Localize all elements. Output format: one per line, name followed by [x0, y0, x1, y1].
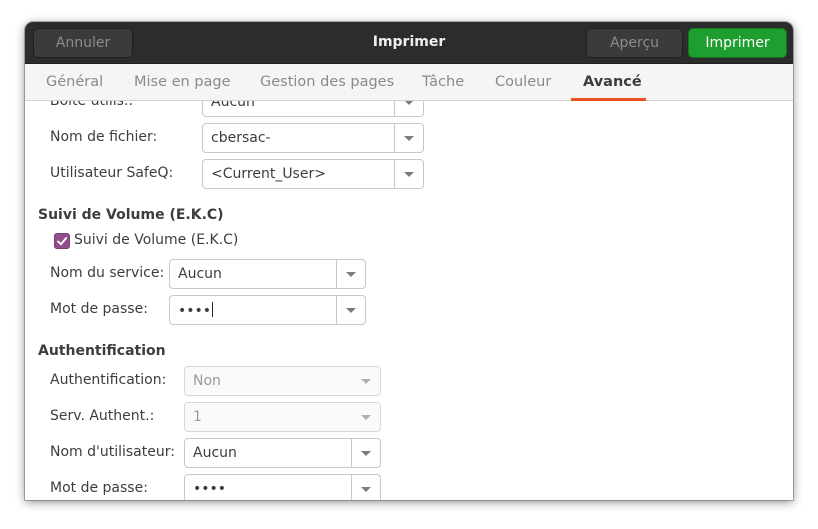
auth-password-label: Mot de passe: [50, 480, 148, 496]
tab-bar: Général Mise en page Gestion des pages T… [25, 64, 793, 101]
username-combo[interactable]: Aucun [184, 438, 381, 468]
checkmark-icon [57, 237, 68, 246]
service-name-value: Aucun [178, 266, 222, 282]
safeq-user-value: <Current_User> [211, 166, 326, 182]
filename-label: Nom de fichier: [50, 129, 158, 145]
header-bar: Annuler Imprimer Aperçu Imprimer [25, 22, 793, 64]
boite-value: Aucun [211, 101, 255, 110]
tab-page-handling[interactable]: Gestion des pages [260, 74, 394, 90]
auth-password-combo[interactable]: •••• [184, 474, 381, 500]
safeq-user-combo[interactable]: <Current_User> [202, 159, 424, 189]
chevron-down-icon [346, 308, 356, 313]
volume-password-combo[interactable]: •••• [169, 295, 366, 325]
auth-server-combo[interactable]: 1 [184, 402, 381, 432]
text-cursor [212, 302, 214, 317]
volume-tracking-checkbox[interactable] [54, 233, 70, 249]
auth-combo[interactable]: Non [184, 366, 381, 396]
chevron-down-icon [361, 451, 371, 456]
auth-server-label: Serv. Authent.: [50, 408, 155, 424]
advanced-settings-panel[interactable]: Boîte utilis.: Aucun Nom de fichier: cbe… [25, 101, 793, 500]
combo-separator [336, 260, 337, 288]
tab-job[interactable]: Tâche [422, 74, 464, 90]
chevron-down-icon [361, 379, 371, 384]
combo-separator [394, 160, 395, 188]
service-name-combo[interactable]: Aucun [169, 259, 366, 289]
combo-separator [394, 101, 395, 116]
combo-separator [351, 475, 352, 500]
chevron-down-icon [346, 272, 356, 277]
volume-password-label: Mot de passe: [50, 301, 148, 317]
chevron-down-icon [404, 172, 414, 177]
filename-value: cbersac- [211, 130, 271, 146]
preview-button[interactable]: Aperçu [586, 28, 683, 58]
print-dialog: Annuler Imprimer Aperçu Imprimer Général… [25, 22, 793, 500]
combo-separator [394, 124, 395, 152]
auth-server-value: 1 [193, 409, 202, 425]
auth-label: Authentification: [50, 372, 167, 388]
username-value: Aucun [193, 445, 237, 461]
boite-label: Boîte utilis.: [50, 101, 134, 109]
chevron-down-icon [404, 101, 414, 105]
auth-section-title: Authentification [38, 343, 166, 359]
combo-separator [336, 296, 337, 324]
volume-password-text: •••• [178, 303, 212, 319]
tab-advanced[interactable]: Avancé [583, 74, 642, 90]
safeq-user-label: Utilisateur SafeQ: [50, 165, 174, 181]
tab-color[interactable]: Couleur [495, 74, 551, 90]
username-label: Nom d'utilisateur: [50, 444, 175, 460]
chevron-down-icon [404, 136, 414, 141]
print-button[interactable]: Imprimer [688, 28, 787, 58]
volume-password-value: •••• [178, 302, 214, 319]
filename-combo[interactable]: cbersac- [202, 123, 424, 153]
chevron-down-icon [361, 487, 371, 492]
service-name-label: Nom du service: [50, 265, 165, 281]
combo-separator [351, 439, 352, 467]
volume-tracking-checkbox-label[interactable]: Suivi de Volume (E.K.C) [74, 232, 238, 248]
boite-combo[interactable]: Aucun [202, 101, 424, 117]
tab-page-setup[interactable]: Mise en page [134, 74, 231, 90]
chevron-down-icon [361, 415, 371, 420]
auth-value: Non [193, 373, 221, 389]
volume-section-title: Suivi de Volume (E.K.C) [38, 207, 224, 223]
tab-general[interactable]: Général [46, 74, 103, 90]
auth-password-value: •••• [193, 481, 227, 497]
